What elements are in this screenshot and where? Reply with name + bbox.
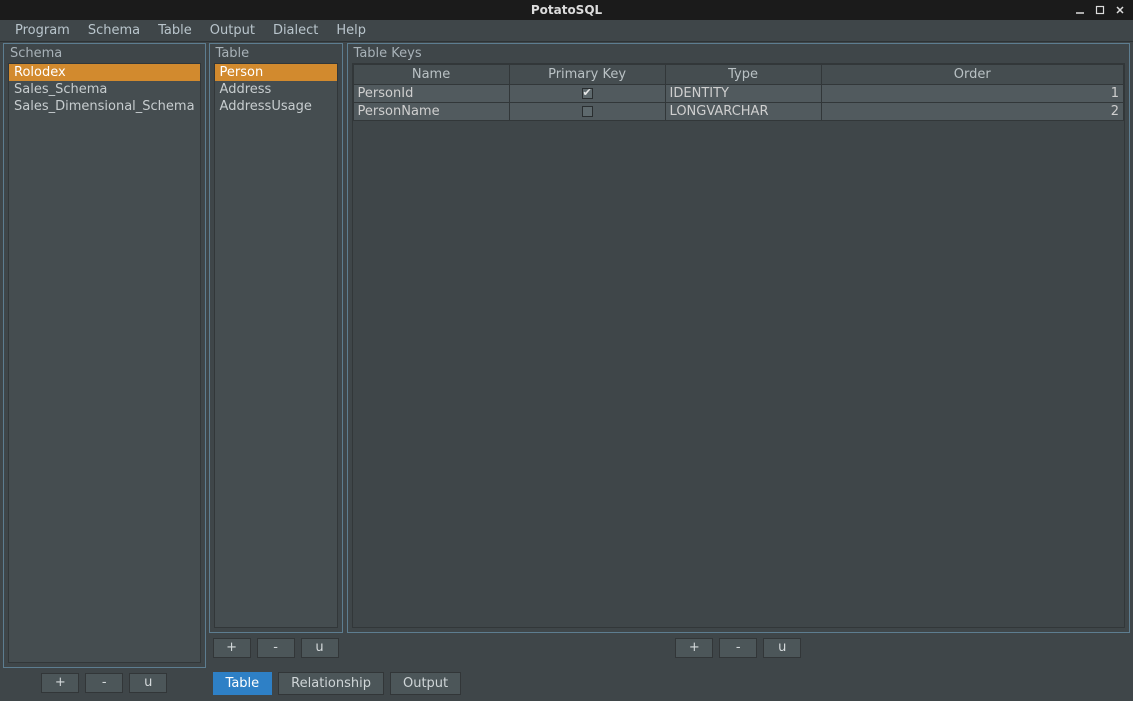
keys-col-type[interactable]: Type bbox=[665, 65, 821, 85]
schema-column: Schema Rolodex Sales_Schema Sales_Dimens… bbox=[3, 43, 206, 698]
menu-dialect[interactable]: Dialect bbox=[264, 21, 327, 40]
menu-schema[interactable]: Schema bbox=[79, 21, 149, 40]
table-list[interactable]: Person Address AddressUsage bbox=[214, 63, 338, 628]
right-column: Table Person Address AddressUsage + - u bbox=[209, 43, 1130, 698]
schema-panel: Schema Rolodex Sales_Schema Sales_Dimens… bbox=[3, 43, 206, 668]
keys-col-name[interactable]: Name bbox=[353, 65, 509, 85]
keys-cell-primary[interactable] bbox=[509, 85, 665, 103]
minimize-button[interactable] bbox=[1073, 3, 1087, 17]
main-content: Schema Rolodex Sales_Schema Sales_Dimens… bbox=[0, 42, 1133, 701]
app-window: PotatoSQL Program Schema Table Output Di… bbox=[0, 0, 1133, 701]
keys-cell-order[interactable]: 2 bbox=[821, 103, 1123, 121]
menu-help[interactable]: Help bbox=[327, 21, 375, 40]
keys-add-button[interactable]: + bbox=[675, 638, 713, 658]
keys-column: Table Keys Name Primary Key bbox=[347, 43, 1130, 668]
table-add-button[interactable]: + bbox=[213, 638, 251, 658]
table-panel: Table Person Address AddressUsage bbox=[209, 43, 343, 633]
table-remove-button[interactable]: - bbox=[257, 638, 295, 658]
right-top: Table Person Address AddressUsage + - u bbox=[209, 43, 1130, 668]
table-buttons: + - u bbox=[209, 633, 343, 663]
keys-cell-type[interactable]: IDENTITY bbox=[665, 85, 821, 103]
schema-remove-button[interactable]: - bbox=[85, 673, 123, 693]
title-bar: PotatoSQL bbox=[0, 0, 1133, 20]
tab-output[interactable]: Output bbox=[390, 672, 461, 695]
table-item-person[interactable]: Person bbox=[215, 64, 337, 81]
keys-panel: Table Keys Name Primary Key bbox=[347, 43, 1130, 633]
table-item-addressusage[interactable]: AddressUsage bbox=[215, 98, 337, 115]
schema-panel-title: Schema bbox=[4, 44, 205, 63]
keys-col-order[interactable]: Order bbox=[821, 65, 1123, 85]
schema-item-sales[interactable]: Sales_Schema bbox=[9, 81, 200, 98]
keys-remove-button[interactable]: - bbox=[719, 638, 757, 658]
keys-col-primary[interactable]: Primary Key bbox=[509, 65, 665, 85]
schema-item-rolodex[interactable]: Rolodex bbox=[9, 64, 200, 81]
keys-grid-wrap: Name Primary Key Type Order PersonId bbox=[352, 63, 1125, 628]
table-column: Table Person Address AddressUsage + - u bbox=[209, 43, 343, 668]
window-title: PotatoSQL bbox=[0, 3, 1133, 17]
keys-buttons: + - u bbox=[347, 633, 1130, 663]
schema-add-button[interactable]: + bbox=[41, 673, 79, 693]
checkbox-unchecked-icon[interactable] bbox=[582, 106, 593, 117]
keys-update-button[interactable]: u bbox=[763, 638, 801, 658]
keys-cell-order[interactable]: 1 bbox=[821, 85, 1123, 103]
table-panel-title: Table bbox=[210, 44, 342, 63]
menu-table[interactable]: Table bbox=[149, 21, 201, 40]
menu-bar: Program Schema Table Output Dialect Help bbox=[0, 20, 1133, 42]
schema-item-sales-dim[interactable]: Sales_Dimensional_Schema bbox=[9, 98, 200, 115]
keys-cell-name[interactable]: PersonName bbox=[353, 103, 509, 121]
menu-program[interactable]: Program bbox=[6, 21, 79, 40]
schema-list[interactable]: Rolodex Sales_Schema Sales_Dimensional_S… bbox=[8, 63, 201, 663]
keys-cell-name[interactable]: PersonId bbox=[353, 85, 509, 103]
keys-cell-primary[interactable] bbox=[509, 103, 665, 121]
keys-panel-title: Table Keys bbox=[348, 44, 1129, 63]
tab-relationship[interactable]: Relationship bbox=[278, 672, 384, 695]
keys-row[interactable]: PersonName LONGVARCHAR 2 bbox=[353, 103, 1123, 121]
menu-output[interactable]: Output bbox=[201, 21, 264, 40]
checkbox-checked-icon[interactable] bbox=[582, 88, 593, 99]
table-item-address[interactable]: Address bbox=[215, 81, 337, 98]
keys-grid[interactable]: Name Primary Key Type Order PersonId bbox=[353, 64, 1124, 121]
table-update-button[interactable]: u bbox=[301, 638, 339, 658]
close-button[interactable] bbox=[1113, 3, 1127, 17]
maximize-button[interactable] bbox=[1093, 3, 1107, 17]
keys-row[interactable]: PersonId IDENTITY 1 bbox=[353, 85, 1123, 103]
schema-buttons: + - u bbox=[3, 668, 206, 698]
schema-update-button[interactable]: u bbox=[129, 673, 167, 693]
window-buttons bbox=[1073, 3, 1133, 17]
keys-cell-type[interactable]: LONGVARCHAR bbox=[665, 103, 821, 121]
bottom-tabs: Table Relationship Output bbox=[209, 668, 1130, 698]
tab-table[interactable]: Table bbox=[213, 672, 273, 695]
